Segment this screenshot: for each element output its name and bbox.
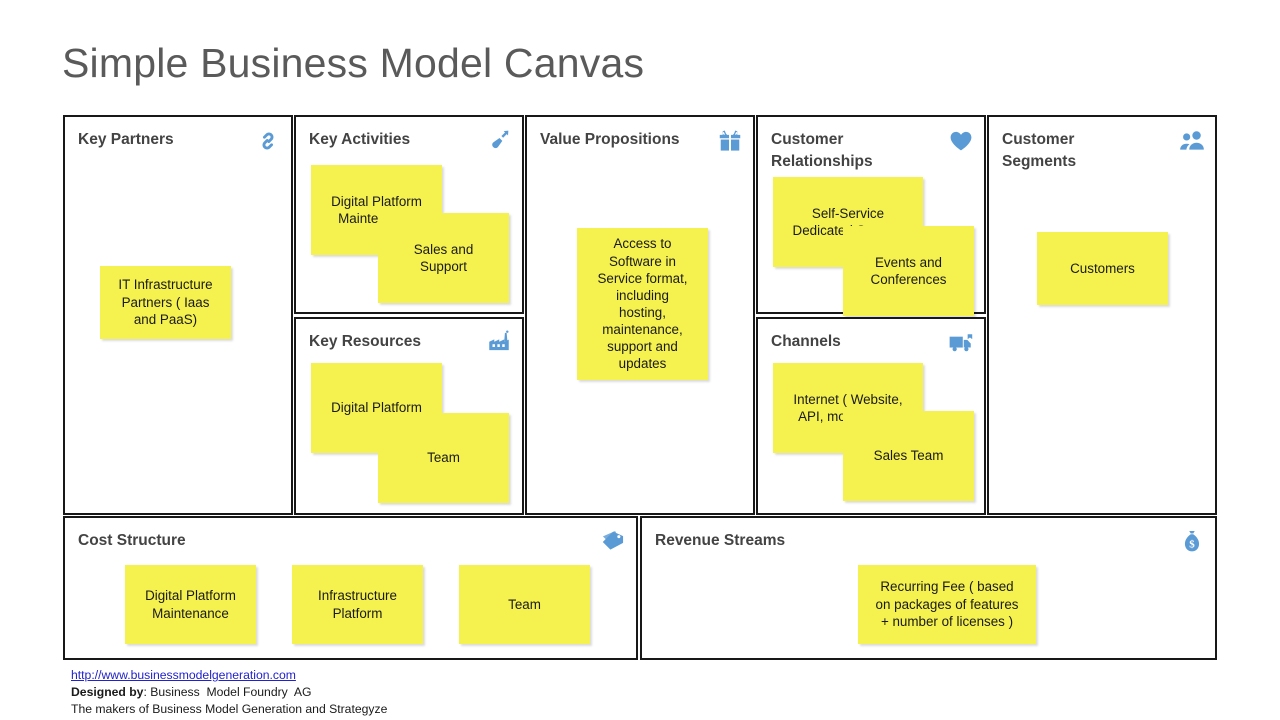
block-key-resources[interactable]: Key Resources Digital Platform Team bbox=[294, 317, 524, 515]
block-title: Value Propositions bbox=[540, 131, 680, 148]
block-key-partners[interactable]: Key Partners IT Infrastructure Partners … bbox=[63, 115, 293, 515]
sticky-note[interactable]: Events and Conferences bbox=[843, 226, 974, 316]
footer-website-link[interactable]: http://www.businessmodelgeneration.com bbox=[71, 667, 387, 684]
chain-link-icon bbox=[255, 128, 281, 154]
block-header: Key Partners bbox=[78, 129, 281, 154]
sticky-note[interactable]: Recurring Fee ( based on packages of fea… bbox=[858, 565, 1036, 644]
block-header: Customer Relationships bbox=[771, 129, 974, 173]
sticky-note[interactable]: Sales Team bbox=[843, 411, 974, 501]
delivery-truck-icon bbox=[948, 330, 974, 356]
svg-text:$: $ bbox=[1189, 538, 1195, 550]
block-key-activities[interactable]: Key Activities Digital Platform Maintena… bbox=[294, 115, 524, 314]
block-customer-relationships[interactable]: Customer Relationships Self-Service Dedi… bbox=[756, 115, 986, 316]
shovel-icon bbox=[486, 128, 512, 154]
block-title: Cost Structure bbox=[78, 532, 186, 549]
page-title: Simple Business Model Canvas bbox=[62, 40, 645, 86]
block-title: Customer Segments bbox=[1002, 131, 1077, 170]
sticky-note[interactable]: Digital Platform Maintenance bbox=[125, 565, 256, 644]
money-bag-icon: $ bbox=[1179, 529, 1205, 555]
block-title: Key Partners bbox=[78, 131, 174, 148]
sticky-note[interactable]: Team bbox=[459, 565, 590, 644]
two-people-icon bbox=[1179, 128, 1205, 154]
sticky-note[interactable]: Access to Software in Service format, in… bbox=[577, 228, 708, 380]
block-header: Cost Structure bbox=[78, 530, 626, 555]
block-header: Customer Segments bbox=[1002, 129, 1205, 173]
price-tag-icon bbox=[600, 529, 626, 555]
block-header: Key Resources bbox=[309, 330, 512, 356]
block-title: Revenue Streams bbox=[655, 532, 786, 549]
block-header: Revenue Streams $ bbox=[655, 530, 1205, 555]
sticky-note[interactable]: Customers bbox=[1037, 232, 1168, 305]
block-customer-segments[interactable]: Customer Segments Customers bbox=[987, 115, 1217, 515]
business-model-canvas-page: Simple Business Model Canvas Key Partner… bbox=[0, 0, 1280, 720]
block-title: Channels bbox=[771, 333, 841, 350]
block-header: Value Propositions bbox=[540, 129, 743, 154]
block-channels[interactable]: Channels Internet ( Website, API, mobile… bbox=[756, 317, 986, 515]
heart-icon bbox=[948, 128, 974, 154]
footer-designed-by-label: Designed by bbox=[71, 685, 144, 700]
block-header: Key Activities bbox=[309, 129, 512, 154]
block-title: Key Resources bbox=[309, 333, 422, 350]
block-header: Channels bbox=[771, 331, 974, 356]
sticky-note[interactable]: Sales and Support bbox=[378, 213, 509, 303]
sticky-note[interactable]: Team bbox=[378, 413, 509, 503]
block-cost-structure[interactable]: Cost Structure Digital Platform Maintena… bbox=[63, 516, 638, 660]
footer-makers-line: The makers of Business Model Generation … bbox=[71, 702, 388, 717]
sticky-note[interactable]: Infrastructure Platform bbox=[292, 565, 423, 644]
block-value-propositions[interactable]: Value Propositions Access to Software in… bbox=[525, 115, 755, 515]
block-revenue-streams[interactable]: Revenue Streams $ Recurring Fee ( based … bbox=[640, 516, 1217, 660]
block-title: Customer Relationships bbox=[771, 131, 873, 170]
footer: http://www.businessmodelgeneration.com D… bbox=[71, 667, 387, 719]
factory-icon bbox=[486, 330, 512, 356]
sticky-note[interactable]: IT Infrastructure Partners ( Iaas and Pa… bbox=[100, 266, 231, 339]
footer-designed-by-value: : Business Model Foundry AG bbox=[143, 685, 312, 700]
footer-designed-by: Designed by: Business Model Foundry AG bbox=[71, 684, 387, 701]
gift-icon bbox=[717, 128, 743, 154]
block-title: Key Activities bbox=[309, 131, 411, 148]
